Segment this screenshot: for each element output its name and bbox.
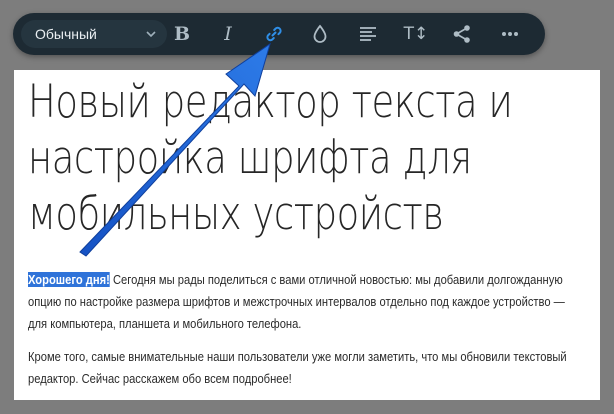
paragraph-second-text: Кроме того, самые внимательные наши поль… bbox=[28, 349, 567, 386]
paragraph-second[interactable]: Кроме того, самые внимательные наши поль… bbox=[28, 346, 588, 390]
article-title[interactable]: Новый редактор текста и настройка шрифта… bbox=[28, 74, 594, 242]
droplet-icon bbox=[313, 24, 327, 43]
paragraph-style-select[interactable]: Обычный bbox=[21, 20, 167, 48]
text-size-button[interactable]: T↕ bbox=[401, 20, 431, 48]
italic-button[interactable]: I bbox=[213, 20, 243, 48]
italic-icon: I bbox=[224, 22, 232, 45]
more-options-button[interactable] bbox=[495, 20, 525, 48]
bold-icon: B bbox=[173, 22, 191, 45]
link-icon bbox=[266, 26, 282, 42]
text-size-icon: T↕ bbox=[403, 23, 429, 44]
share-button[interactable] bbox=[447, 20, 477, 48]
selected-text[interactable]: Хорошего дня! bbox=[28, 272, 110, 287]
text-color-button[interactable] bbox=[305, 20, 335, 48]
formatting-toolbar: Обычный B I T↕ bbox=[13, 13, 545, 55]
link-button[interactable] bbox=[259, 20, 289, 48]
paragraph-style-value: Обычный bbox=[35, 26, 97, 42]
more-horizontal-icon bbox=[502, 32, 518, 36]
align-left-icon bbox=[360, 27, 376, 41]
bold-button[interactable]: B bbox=[167, 20, 197, 48]
paragraph-intro[interactable]: Хорошего дня! Сегодня мы рады поделиться… bbox=[28, 269, 588, 335]
share-icon bbox=[453, 25, 470, 43]
chevron-down-icon bbox=[146, 31, 156, 38]
align-button[interactable] bbox=[353, 20, 383, 48]
